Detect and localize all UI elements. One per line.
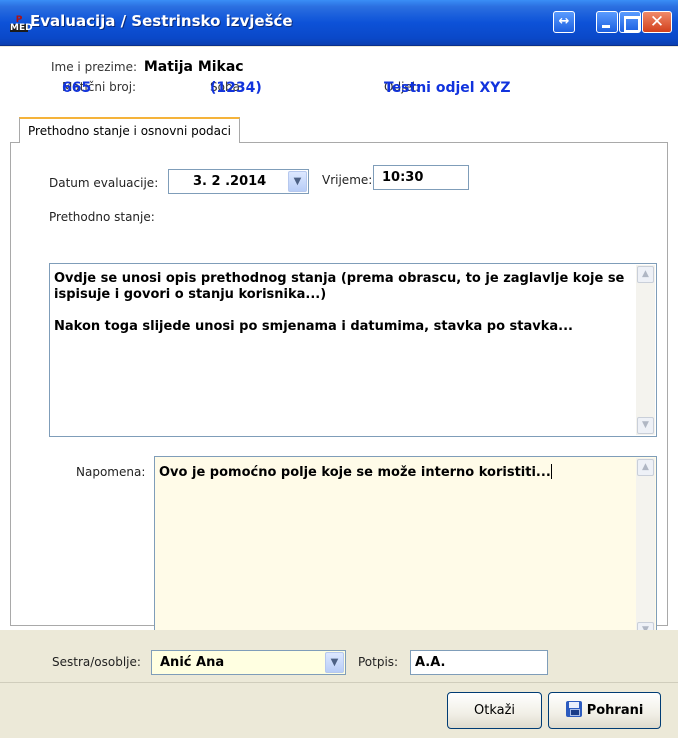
chevron-down-icon[interactable]: ▼ [325, 652, 344, 673]
footer-divider [0, 682, 678, 683]
chevron-down-icon[interactable]: ▼ [288, 171, 307, 192]
cancel-button[interactable]: Otkaži [447, 692, 542, 729]
note-value: Ovo je pomoćno polje koje se može intern… [159, 465, 551, 480]
signature-value: A.A. [415, 655, 446, 670]
previous-state-textarea[interactable]: Ovdje se unosi opis prethodnog stanja (p… [49, 263, 657, 437]
staff-select[interactable]: Anić Ana ▼ [151, 650, 346, 675]
window-title: Evaluacija / Sestrinsko izvješće [30, 12, 293, 30]
previous-state-paragraph-1: Ovdje se unosi opis prethodnog stanja (p… [54, 271, 625, 302]
room-value: (1234) [210, 80, 262, 96]
tab-area: Prethodno stanje i osnovni podaci Datum … [0, 109, 678, 642]
patient-name: Matija Mikac [143, 59, 244, 75]
title-bar[interactable]: P MED Evaluacija / Sestrinsko izvješće ↔… [0, 0, 678, 46]
patient-header: Ime i prezime: Matija Mikac Matični broj… [0, 47, 678, 109]
patient-name-row: Ime i prezime: Matija Mikac [51, 59, 244, 75]
staff-value: Anić Ana [160, 655, 225, 670]
tab-panel: Datum evaluacije: 3. 2 .2014 ▼ Vrijeme: … [10, 142, 668, 642]
evaluation-window: P MED Evaluacija / Sestrinsko izvješće ↔… [0, 0, 678, 738]
patient-name-label: Ime i prezime: [51, 60, 137, 74]
note-scrollbar[interactable]: ▲ ▼ [636, 458, 655, 640]
close-button[interactable]: ✕ [642, 11, 672, 33]
scroll-up-icon[interactable]: ▲ [637, 266, 654, 283]
scroll-down-icon[interactable]: ▼ [637, 417, 654, 434]
resize-icon[interactable]: ↔ [553, 11, 575, 33]
app-logo-icon: P MED [10, 16, 33, 33]
minimize-button[interactable] [596, 11, 618, 33]
signature-label: Potpis: [358, 655, 399, 669]
date-picker[interactable]: 3. 2 .2014 ▼ [168, 169, 309, 194]
note-label: Napomena: [76, 465, 146, 479]
date-value: 3. 2 .2014 [193, 174, 267, 189]
staff-label: Sestra/osoblje: [52, 655, 141, 669]
footer-bar: Sestra/osoblje: Anić Ana ▼ Potpis: A.A. … [0, 630, 678, 738]
note-textarea[interactable]: Ovo je pomoćno polje koje se može intern… [154, 456, 657, 642]
previous-state-label: Prethodno stanje: [49, 210, 155, 224]
time-field[interactable]: 10:30 [373, 165, 469, 190]
previous-state-scrollbar[interactable]: ▲ ▼ [636, 265, 655, 435]
note-content: Ovo je pomoćno polje koje se može intern… [159, 464, 630, 481]
signature-field[interactable]: A.A. [410, 650, 548, 675]
scroll-up-icon[interactable]: ▲ [637, 459, 654, 476]
maximize-button[interactable] [619, 11, 641, 33]
text-caret [550, 464, 552, 479]
patient-id: 665 [62, 80, 92, 96]
save-button[interactable]: Pohrani [548, 692, 661, 729]
time-value: 10:30 [382, 170, 424, 185]
app-logo-bottom: MED [10, 23, 33, 33]
save-button-label: Pohrani [586, 703, 644, 718]
tab-previous-state[interactable]: Prethodno stanje i osnovni podaci [19, 117, 240, 143]
date-label: Datum evaluacije: [49, 176, 159, 190]
floppy-disk-icon [565, 701, 582, 717]
previous-state-paragraph-2: Nakon toga slijede unosi po smjenama i d… [54, 319, 573, 334]
time-label: Vrijeme: [322, 173, 373, 187]
ward-value: Testni odjel XYZ [384, 80, 511, 96]
previous-state-content: Ovdje se unosi opis prethodnog stanja (p… [54, 271, 630, 335]
